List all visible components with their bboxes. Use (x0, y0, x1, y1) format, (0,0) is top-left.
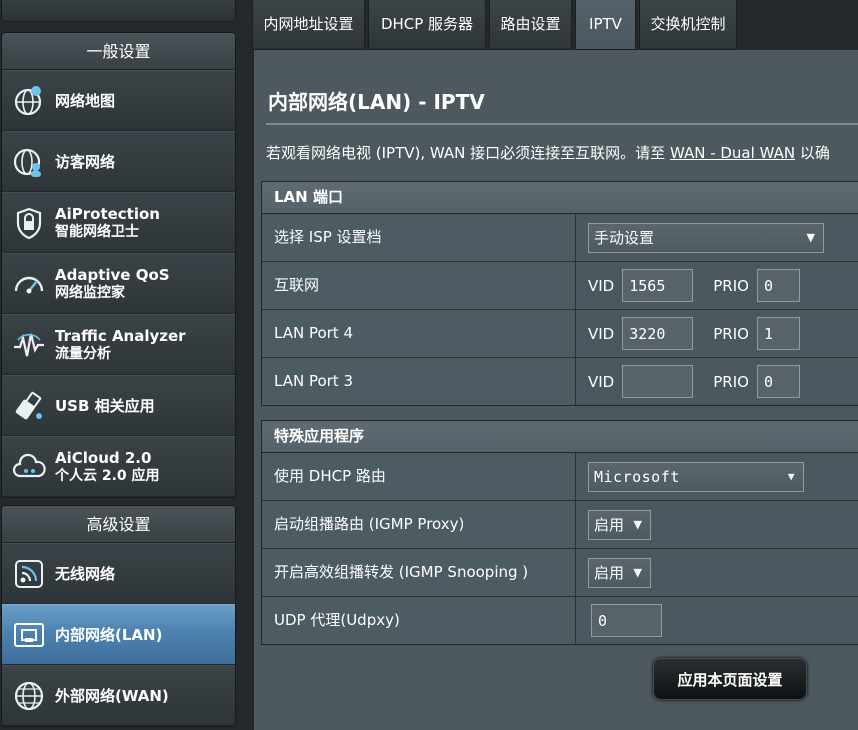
page-description: 若观看网络电视 (IPTV), WAN 接口必须连接至互联网。请至 WAN - … (266, 144, 830, 162)
advanced-settings-section: 高级设置 无线网络 内部网络(LAN) 外部网络(WAN) (1, 505, 236, 727)
main-panel: 内部网络(LAN) - IPTV 若观看网络电视 (IPTV), WAN 接口必… (253, 50, 858, 730)
tab-route[interactable]: 路由设置 (489, 0, 572, 50)
isp-profile-label: 选择 ISP 设置档 (262, 214, 576, 261)
prio-label: PRIO (713, 324, 749, 343)
advanced-settings-title: 高级设置 (2, 506, 235, 543)
table-row: 使用 DHCP 路由 Microsoft ▼ (262, 453, 858, 501)
aiprotection-shield-icon (10, 204, 48, 242)
prio-label: PRIO (713, 372, 749, 391)
sidebar-item-usb[interactable]: USB 相关应用 (2, 375, 235, 436)
sidebar-item-lan[interactable]: 内部网络(LAN) (2, 604, 235, 665)
table-row: 互联网 VID 1565 PRIO 0 (262, 262, 858, 310)
page-title: 内部网络(LAN) - IPTV (268, 90, 485, 114)
vid-label: VID (588, 276, 615, 295)
traffic-analyzer-icon (10, 326, 48, 364)
chevron-down-icon: ▼ (633, 566, 642, 579)
lan-port-3-vid-input[interactable] (622, 365, 694, 398)
lan-port-table: LAN 端口 选择 ISP 设置档 手动设置 ▼ 互联网 VID 1565 PR… (261, 181, 858, 406)
sidebar-item-traffic-analyzer[interactable]: Traffic Analyzer 流量分析 (2, 314, 235, 375)
lan-port-3-prio-input[interactable]: 0 (756, 365, 800, 398)
udpxy-label: UDP 代理(Udpxy) (262, 597, 576, 644)
tab-iptv[interactable]: IPTV (575, 0, 636, 50)
table-row: 启动组播路由 (IGMP Proxy) 启用 ▼ (262, 501, 858, 549)
vid-label: VID (588, 372, 615, 391)
sidebar-item-aiprotection[interactable]: AiProtection 智能网络卫士 (2, 192, 235, 253)
chevron-down-icon: ▼ (633, 518, 642, 531)
sidebar-item-aicloud[interactable]: AiCloud 2.0 个人云 2.0 应用 (2, 436, 235, 497)
tab-dhcp-server[interactable]: DHCP 服务器 (368, 0, 486, 50)
sidebar-item-network-map[interactable]: 网络地图 (2, 70, 235, 131)
igmp-snooping-label: 开启高效组播转发 (IGMP Snooping ) (262, 549, 576, 596)
network-map-icon (10, 82, 48, 120)
lan-port-header: LAN 端口 (262, 182, 858, 214)
wan-globe-icon (10, 677, 48, 715)
sidebar-item-label: 内部网络(LAN) (55, 625, 163, 644)
dual-wan-link[interactable]: WAN - Dual WAN (670, 144, 795, 162)
dhcp-route-label: 使用 DHCP 路由 (262, 453, 576, 500)
wireless-icon (10, 555, 48, 593)
sidebar-top-stub (1, 0, 236, 22)
lan-port-4-label: LAN Port 4 (262, 310, 576, 357)
sidebar-item-adaptive-qos[interactable]: Adaptive QoS 网络监控家 (2, 253, 235, 314)
general-settings-section: 一般设置 网络地图 访客网络 AiProtection 智能网络卫士 Adapti… (1, 32, 236, 498)
usb-icon (10, 387, 48, 425)
lan-port-3-label: LAN Port 3 (262, 358, 576, 405)
internet-vid-input[interactable]: 1565 (622, 269, 694, 302)
qos-gauge-icon (10, 265, 48, 303)
sidebar-item-label: Traffic Analyzer 流量分析 (55, 326, 186, 362)
lan-port-4-prio-input[interactable]: 1 (756, 317, 800, 350)
table-row: 选择 ISP 设置档 手动设置 ▼ (262, 214, 858, 262)
title-divider (266, 123, 858, 125)
sidebar-item-label: 访客网络 (55, 152, 116, 171)
sidebar-item-label: 外部网络(WAN) (55, 686, 169, 705)
special-apps-table: 特殊应用程序 使用 DHCP 路由 Microsoft ▼ 启动组播路由 (IG… (261, 420, 858, 645)
chevron-down-icon: ▼ (806, 231, 815, 244)
sidebar-item-label: 无线网络 (55, 564, 116, 583)
vid-label: VID (588, 324, 615, 343)
isp-profile-select[interactable]: 手动设置 ▼ (588, 222, 824, 253)
chevron-down-icon: ▼ (787, 470, 795, 483)
sidebar-item-label: AiCloud 2.0 个人云 2.0 应用 (55, 448, 160, 484)
sidebar-item-label: Adaptive QoS 网络监控家 (55, 265, 170, 301)
sidebar-item-label: 网络地图 (55, 91, 116, 110)
sidebar-item-label: USB 相关应用 (55, 396, 155, 415)
table-row: LAN Port 4 VID 3220 PRIO 1 (262, 310, 858, 358)
internet-label: 互联网 (262, 262, 576, 309)
guest-network-icon (10, 143, 48, 181)
dhcp-route-select[interactable]: Microsoft ▼ (588, 461, 804, 492)
internet-prio-input[interactable]: 0 (756, 269, 800, 302)
table-row: LAN Port 3 VID PRIO 0 (262, 358, 858, 405)
tab-lan-ip[interactable]: 内网地址设置 (252, 0, 365, 50)
sidebar: 一般设置 网络地图 访客网络 AiProtection 智能网络卫士 Adapti… (0, 0, 236, 727)
udpxy-input[interactable]: 0 (591, 604, 662, 637)
lan-icon (10, 616, 48, 654)
sidebar-item-label: AiProtection 智能网络卫士 (55, 204, 160, 240)
sidebar-item-wireless[interactable]: 无线网络 (2, 543, 235, 604)
igmp-proxy-label: 启动组播路由 (IGMP Proxy) (262, 501, 576, 548)
table-row: UDP 代理(Udpxy) 0 (262, 597, 858, 644)
igmp-proxy-select[interactable]: 启用 ▼ (588, 509, 651, 540)
sidebar-item-wan[interactable]: 外部网络(WAN) (2, 665, 235, 726)
cloud-icon (10, 448, 48, 486)
sidebar-item-guest-network[interactable]: 访客网络 (2, 131, 235, 192)
table-row: 开启高效组播转发 (IGMP Snooping ) 启用 ▼ (262, 549, 858, 597)
general-settings-title: 一般设置 (2, 33, 235, 70)
igmp-snooping-select[interactable]: 启用 ▼ (588, 557, 651, 588)
prio-label: PRIO (713, 276, 749, 295)
special-apps-header: 特殊应用程序 (262, 421, 858, 453)
tab-switch-control[interactable]: 交换机控制 (639, 0, 737, 50)
lan-port-4-vid-input[interactable]: 3220 (622, 317, 694, 350)
apply-button[interactable]: 应用本页面设置 (653, 658, 807, 700)
